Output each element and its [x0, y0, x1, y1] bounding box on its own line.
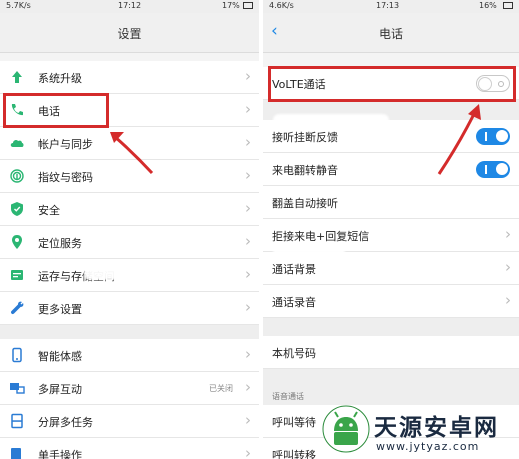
section-divider [263, 318, 519, 336]
item-label: 指纹与密码 [38, 171, 93, 184]
item-label: 系统升级 [38, 72, 82, 85]
wrench-icon [10, 301, 24, 315]
blur-patch [84, 262, 138, 280]
battery-icon [503, 2, 513, 9]
arrow-up-icon [12, 71, 22, 83]
motion-icon [12, 347, 22, 363]
phone-item-my-number[interactable]: 本机号码 [263, 336, 519, 369]
battery-level: 16% [479, 1, 497, 10]
settings-item-security[interactable]: 安全 › [0, 193, 259, 226]
item-label: 呼叫等待 [272, 416, 316, 429]
settings-item-splitscreen[interactable]: 分屏多任务 › [0, 405, 259, 438]
blur-patch [66, 98, 110, 114]
splitscreen-icon [11, 413, 23, 429]
item-label: 智能体感 [38, 350, 82, 363]
item-label: 翻盖自动接听 [272, 197, 338, 210]
chevron-right-icon: › [245, 166, 251, 184]
item-label: 本机号码 [272, 347, 316, 360]
android-logo-icon [322, 405, 370, 453]
settings-item-onehand[interactable]: 单手操作 › [0, 438, 259, 459]
item-label: 定位服务 [38, 237, 82, 250]
blur-patch [273, 114, 389, 128]
settings-item-system-update[interactable]: 系统升级 › [0, 61, 259, 94]
chevron-right-icon: › [245, 345, 251, 363]
watermark-url: www.jytyaz.com [376, 440, 480, 453]
status-bar: 4.6K/s 17:13 16% [263, 0, 519, 13]
chevron-right-icon: › [505, 225, 511, 243]
item-label: 通话录音 [272, 296, 316, 309]
clock: 17:12 [118, 1, 142, 10]
network-speed: 4.6K/s [269, 1, 294, 10]
chevron-right-icon: › [245, 100, 251, 118]
item-label: 分屏多任务 [38, 416, 93, 429]
right-phone-screen: 4.6K/s 17:13 16% ‹ 电话 VoLTE通话 接听挂断反馈 来电翻… [263, 0, 519, 459]
battery-level: 17% [222, 1, 240, 10]
item-label: VoLTE通话 [272, 78, 326, 91]
shield-icon [11, 202, 23, 216]
chevron-right-icon: › [245, 298, 251, 316]
left-phone-screen: 5.7K/s 17:12 17% 设置 系统升级 › 电话 › 帐户与同步 › … [0, 0, 259, 459]
chevron-right-icon: › [245, 444, 251, 459]
item-label: 安全 [38, 204, 60, 217]
network-speed: 5.7K/s [6, 1, 31, 10]
nav-bar: ‹ 电话 [263, 13, 519, 53]
storage-icon [11, 270, 23, 280]
watermark-title: 天源安卓网 [374, 415, 499, 441]
chevron-right-icon: › [245, 411, 251, 429]
item-label: 呼叫转移 [272, 449, 316, 459]
phone-item-flip-answer[interactable]: 翻盖自动接听 [263, 186, 519, 219]
site-watermark: 天源安卓网 www.jytyaz.com [322, 405, 517, 457]
item-label: 更多设置 [38, 303, 82, 316]
item-label: 多屏互动 [38, 383, 82, 396]
multiscreen-icon [10, 383, 25, 394]
battery-icon [243, 2, 253, 9]
item-label: 通话背景 [272, 263, 316, 276]
clock: 17:13 [376, 1, 400, 10]
section-header-voice-call: 语音通话 [272, 392, 304, 401]
item-label: 来电翻转静音 [272, 164, 338, 177]
fingerprint-icon [10, 169, 24, 183]
item-label: 帐户与同步 [38, 138, 93, 151]
chevron-right-icon: › [245, 133, 251, 151]
chevron-right-icon: › [245, 199, 251, 217]
settings-item-location[interactable]: 定位服务 › [0, 226, 259, 259]
settings-item-multiscreen[interactable]: 多屏互动 已关闭 › [0, 372, 259, 405]
item-label: 接听挂断反馈 [272, 131, 338, 144]
status-bar: 5.7K/s 17:12 17% [0, 0, 259, 13]
chevron-right-icon: › [245, 232, 251, 250]
page-title: 设置 [117, 27, 142, 41]
item-label: 电话 [38, 105, 60, 118]
red-arrow-icon [110, 132, 154, 175]
phone-item-volte[interactable]: VoLTE通话 [263, 67, 519, 100]
section-divider [0, 325, 259, 339]
item-label: 单手操作 [38, 449, 82, 459]
settings-item-motion[interactable]: 智能体感 › [0, 339, 259, 372]
volte-toggle[interactable] [476, 75, 510, 92]
blur-patch [273, 247, 345, 261]
onehand-icon [11, 448, 21, 459]
chevron-right-icon: › [505, 258, 511, 276]
page-title: 电话 [378, 27, 403, 41]
cloud-icon [10, 139, 24, 147]
item-label: 拒接来电+回复短信 [272, 230, 370, 243]
chevron-right-icon: › [245, 67, 251, 85]
multiscreen-status: 已关闭 [209, 384, 233, 393]
red-arrow-icon [437, 104, 481, 175]
location-icon [12, 235, 22, 249]
chevron-right-icon: › [245, 378, 251, 396]
phone-item-call-recording[interactable]: 通话录音 › [263, 285, 519, 318]
chevron-right-icon: › [505, 291, 511, 309]
nav-bar: 设置 [0, 13, 259, 53]
settings-item-more[interactable]: 更多设置 › [0, 292, 259, 325]
phone-icon [11, 104, 23, 116]
chevron-right-icon: › [245, 265, 251, 283]
